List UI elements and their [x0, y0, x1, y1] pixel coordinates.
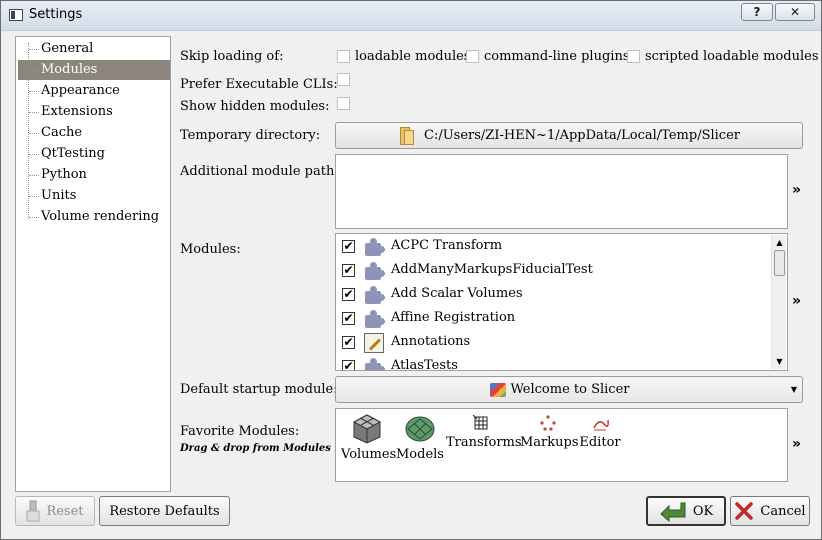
scroll-down-icon[interactable]: ▼ — [773, 355, 786, 368]
reset-label: Reset — [46, 503, 84, 519]
sidebar-item-general[interactable]: General — [18, 39, 170, 59]
list-item[interactable]: ✔ ACPC Transform — [340, 235, 770, 259]
sidebar-item-volume-rendering[interactable]: Volume rendering — [18, 207, 170, 227]
show-hidden-label: Show hidden modules: — [180, 99, 330, 114]
skip-cli-plugins-checkbox[interactable] — [466, 50, 479, 63]
favorite-label: Models — [396, 447, 444, 462]
modules-scrollbar[interactable]: ▲ ▼ — [771, 235, 786, 369]
folder-icon — [398, 126, 416, 145]
skip-scripted-modules-label: scripted loadable modules — [645, 49, 819, 64]
sidebar-item-appearance[interactable]: Appearance — [18, 81, 170, 101]
window-title: Settings — [29, 7, 83, 22]
module-name: Add Scalar Volumes — [391, 286, 523, 301]
show-hidden-checkbox[interactable] — [337, 97, 350, 110]
close-button[interactable]: ✕ — [775, 3, 815, 21]
models-icon — [405, 416, 435, 442]
list-item[interactable]: ✔ Add Scalar Volumes — [340, 283, 770, 307]
module-enabled-checkbox[interactable]: ✔ — [342, 360, 355, 370]
ok-arrow-icon — [660, 502, 686, 522]
temp-dir-button[interactable]: C:/Users/ZI-HEN~1/AppData/Local/Temp/Sli… — [335, 122, 803, 149]
prefer-cli-label: Prefer Executable CLIs: — [180, 77, 338, 92]
reset-button[interactable]: Reset — [15, 496, 95, 526]
title-bar: Settings ? ✕ — [1, 1, 821, 31]
restore-defaults-button[interactable]: Restore Defaults — [99, 496, 230, 526]
settings-dialog: Settings ? ✕ General Modules Appearance … — [0, 0, 822, 540]
additional-paths-expand-icon[interactable]: » — [792, 182, 801, 198]
puzzle-icon — [363, 237, 385, 257]
favorite-label: Markups — [520, 435, 579, 450]
module-name: Affine Registration — [391, 310, 516, 325]
puzzle-icon — [363, 285, 385, 305]
module-name: Annotations — [391, 334, 471, 349]
additional-paths-list[interactable] — [335, 154, 788, 229]
default-startup-select[interactable]: Welcome to Slicer ▼ — [335, 376, 803, 403]
favorite-models[interactable]: Models — [396, 409, 444, 462]
favorite-label: Volumes — [341, 447, 397, 462]
transforms-icon — [472, 414, 488, 430]
list-item[interactable]: ✔ AtlasTests — [340, 355, 770, 371]
modules-label: Modules: — [180, 242, 241, 257]
favorite-label: Transforms — [446, 435, 522, 450]
skip-loadable-modules-label: loadable modules — [355, 49, 471, 64]
default-startup-label: Default startup module: — [180, 382, 338, 397]
settings-category-tree: General Modules Appearance Extensions Ca… — [15, 36, 171, 492]
sidebar-item-qttesting[interactable]: QtTesting — [18, 144, 170, 164]
temp-dir-path: C:/Users/ZI-HEN~1/AppData/Local/Temp/Sli… — [424, 128, 740, 143]
favorites-hint: Drag & drop from Modules list — [180, 443, 353, 454]
chevron-down-icon: ▼ — [790, 385, 797, 394]
module-enabled-checkbox[interactable]: ✔ — [342, 312, 355, 325]
favorites-panel[interactable]: Volumes Models Transforms Markups Editor — [335, 408, 788, 482]
scroll-up-icon[interactable]: ▲ — [773, 236, 786, 249]
favorite-label: Editor — [579, 435, 621, 450]
help-button[interactable]: ? — [741, 3, 773, 21]
sidebar-item-cache[interactable]: Cache — [18, 123, 170, 143]
skip-loadable-modules-checkbox[interactable] — [337, 50, 350, 63]
favorite-volumes[interactable]: Volumes — [341, 409, 397, 462]
favorites-label: Favorite Modules: — [180, 424, 300, 439]
cancel-button[interactable]: Cancel — [730, 496, 810, 526]
sidebar-item-modules[interactable]: Modules — [18, 60, 170, 80]
skip-cli-plugins-label: command-line plugins — [484, 49, 630, 64]
annotation-icon — [364, 333, 384, 353]
scroll-thumb[interactable] — [774, 250, 785, 276]
favorite-markups[interactable]: Markups — [520, 409, 579, 450]
list-item[interactable]: ✔ Annotations — [340, 331, 770, 355]
sidebar-item-units[interactable]: Units — [18, 186, 170, 206]
ok-button[interactable]: OK — [646, 496, 726, 526]
ok-label: OK — [692, 503, 714, 519]
additional-paths-label: Additional module paths: — [180, 164, 346, 179]
skip-scripted-modules-checkbox[interactable] — [627, 50, 640, 63]
module-name: AddManyMarkupsFiducialTest — [391, 262, 593, 277]
module-enabled-checkbox[interactable]: ✔ — [342, 264, 355, 277]
sidebar-item-python[interactable]: Python — [18, 165, 170, 185]
volumes-icon — [352, 414, 382, 444]
module-name: ACPC Transform — [391, 238, 503, 253]
list-item[interactable]: ✔ AddManyMarkupsFiducialTest — [340, 259, 770, 283]
slicer-logo-icon — [490, 382, 507, 397]
app-window-icon — [9, 9, 23, 21]
module-name: AtlasTests — [391, 358, 458, 371]
editor-icon — [593, 419, 609, 431]
modules-expand-icon[interactable]: » — [792, 293, 801, 309]
markups-icon — [540, 415, 556, 431]
favorites-expand-icon[interactable]: » — [792, 436, 801, 452]
module-enabled-checkbox[interactable]: ✔ — [342, 336, 355, 349]
temp-dir-label: Temporary directory: — [180, 128, 321, 143]
puzzle-icon — [363, 261, 385, 281]
prefer-cli-checkbox[interactable] — [337, 73, 350, 86]
puzzle-icon — [363, 309, 385, 329]
cancel-x-icon — [735, 502, 754, 520]
favorite-transforms[interactable]: Transforms — [446, 409, 522, 450]
brush-icon — [26, 500, 40, 522]
module-enabled-checkbox[interactable]: ✔ — [342, 288, 355, 301]
cancel-label: Cancel — [760, 503, 806, 519]
list-item[interactable]: ✔ Affine Registration — [340, 307, 770, 331]
module-enabled-checkbox[interactable]: ✔ — [342, 240, 355, 253]
puzzle-icon — [363, 357, 385, 370]
modules-list[interactable]: ✔ ACPC Transform ✔ AddManyMarkupsFiducia… — [335, 233, 788, 371]
default-startup-value: Welcome to Slicer — [510, 382, 630, 397]
skip-loading-label: Skip loading of: — [180, 49, 284, 64]
sidebar-item-extensions[interactable]: Extensions — [18, 102, 170, 122]
favorite-editor[interactable]: Editor — [578, 409, 622, 450]
